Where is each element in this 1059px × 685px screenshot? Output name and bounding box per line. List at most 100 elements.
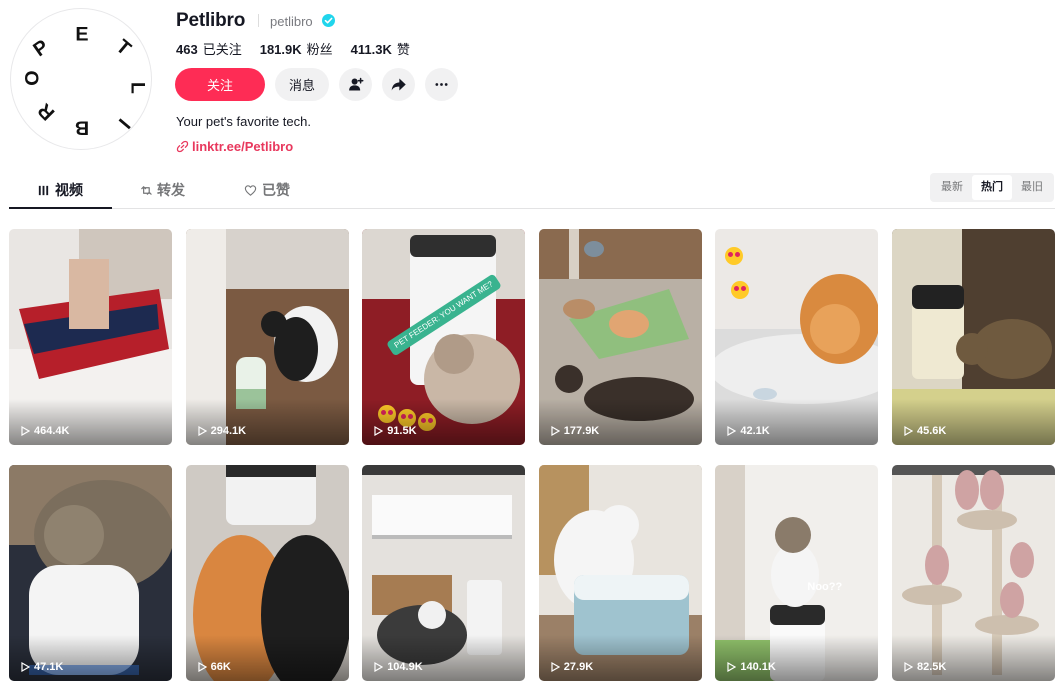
profile-stats: 463 已关注 181.9K 粉丝 411.3K 赞	[176, 39, 410, 58]
grid-icon	[38, 185, 49, 195]
tab-reposts[interactable]: 转发	[139, 180, 185, 200]
likes-label: 赞	[396, 42, 410, 57]
profile-nickname: petlibro	[270, 14, 313, 29]
profile-link[interactable]: linktr.ee/Petlibro	[176, 139, 293, 154]
play-icon	[551, 426, 560, 436]
thumbnail-shade	[9, 399, 172, 445]
profile-tabs: 视频 转发 已赞	[9, 172, 1055, 209]
profile-username: Petlibro	[176, 10, 246, 31]
tab-liked-label: 已赞	[262, 182, 290, 198]
active-tab-indicator	[9, 207, 112, 209]
play-icon	[21, 426, 30, 436]
avatar-letter-i: I	[114, 114, 134, 132]
message-button[interactable]: 消息	[275, 68, 329, 101]
followers-stat[interactable]: 181.9K 粉丝	[260, 39, 333, 58]
likes-stat: 411.3K 赞	[351, 39, 410, 58]
play-icon	[904, 426, 913, 436]
thumbnail-shade	[715, 399, 879, 445]
view-count-text: 45.6K	[916, 425, 947, 437]
video-card[interactable]: 47.1K	[9, 465, 172, 681]
view-count: 140.1K	[727, 661, 776, 673]
video-caption: Noo??	[807, 581, 843, 593]
following-count: 463	[176, 42, 198, 57]
view-count: 27.9K	[551, 661, 593, 673]
view-count: 66K	[197, 661, 231, 673]
view-count-text: 42.1K	[740, 425, 770, 437]
profile-actions: 关注 消息	[175, 68, 458, 101]
thumbnail-shade	[538, 399, 702, 445]
avatar-letter-o: O	[22, 70, 44, 85]
following-label: 已关注	[202, 42, 242, 57]
view-count-text: 177.9K	[563, 425, 600, 437]
view-count: 82.5K	[904, 661, 946, 673]
profile-avatar[interactable]: P E T L I B R O	[10, 8, 152, 150]
video-card[interactable]: 42.1K	[715, 229, 879, 445]
tab-videos-label: 视频	[55, 182, 83, 198]
avatar-letter-t: T	[112, 35, 135, 60]
followers-count: 181.9K	[259, 42, 302, 57]
petlibro-logo: P E T L I B R O	[22, 24, 149, 139]
followers-label: 粉丝	[306, 42, 333, 57]
add-friend-button[interactable]	[339, 68, 372, 101]
view-count: 45.6K	[904, 425, 946, 437]
thumbnail-shade	[9, 635, 172, 681]
more-button[interactable]	[425, 68, 458, 101]
video-card[interactable]: 104.9K	[362, 465, 526, 681]
play-icon	[551, 662, 560, 672]
link-icon	[176, 140, 189, 153]
thumbnail-shade	[891, 399, 1055, 445]
thumbnail-shade	[362, 635, 526, 681]
play-icon	[374, 426, 384, 436]
tab-videos[interactable]: 视频	[37, 180, 83, 200]
video-card[interactable]: PET FEEDER: YOU WANT ME? 91.5K	[362, 229, 526, 445]
video-card[interactable]: 82.5K	[891, 465, 1055, 681]
sort-toggle: 最新 热门 最旧	[930, 173, 1054, 202]
sort-oldest[interactable]: 最旧	[1012, 175, 1052, 200]
view-count-text: 82.5K	[916, 661, 947, 673]
avatar-letter-l: L	[126, 82, 148, 94]
more-icon	[435, 83, 448, 86]
avatar-letter-b: B	[75, 116, 89, 138]
video-card[interactable]: 294.1K	[185, 229, 349, 445]
share-icon	[391, 78, 406, 91]
view-count: 42.1K	[727, 425, 770, 437]
thumbnail-shade	[715, 635, 879, 681]
view-count: 294.1K	[197, 425, 247, 437]
thumbnail-shade	[538, 635, 702, 681]
sort-popular[interactable]: 热门	[972, 175, 1012, 200]
following-stat[interactable]: 463 已关注	[176, 39, 242, 58]
thumbnail-shade	[362, 399, 526, 445]
video-grid: 464.4K 294.1K PET FEEDER: YOU WANT ME? 9…	[9, 229, 1055, 681]
share-button[interactable]	[382, 68, 415, 101]
heart-lock-icon	[244, 184, 257, 196]
video-card[interactable]: 27.9K	[538, 465, 702, 681]
avatar-letter-r: R	[34, 99, 60, 125]
view-count-text: 294.1K	[210, 425, 247, 437]
play-icon	[21, 662, 30, 672]
repost-icon	[141, 185, 152, 195]
view-count-text: 66K	[210, 661, 231, 673]
view-count: 464.4K	[21, 425, 69, 437]
view-count: 104.9K	[374, 661, 423, 673]
video-card[interactable]: 66K	[185, 465, 349, 681]
play-icon	[727, 426, 737, 436]
tab-reposts-label: 转发	[157, 182, 185, 198]
view-count-text: 104.9K	[387, 661, 423, 673]
tab-liked[interactable]: 已赞	[244, 180, 290, 200]
video-card[interactable]: 464.4K	[9, 229, 172, 445]
video-card[interactable]: Noo?? 140.1K	[715, 465, 879, 681]
play-icon	[374, 662, 384, 672]
add-user-icon	[349, 77, 364, 91]
play-icon	[727, 662, 737, 672]
thumbnail-shade	[891, 635, 1055, 681]
follow-button[interactable]: 关注	[175, 68, 265, 101]
sort-latest[interactable]: 最新	[932, 175, 972, 200]
name-divider	[258, 14, 259, 27]
view-count: 91.5K	[374, 425, 417, 437]
play-icon	[197, 426, 207, 436]
view-count-text: 91.5K	[387, 425, 417, 437]
video-card[interactable]: 177.9K	[538, 229, 702, 445]
avatar-letter-p: P	[29, 36, 52, 62]
video-card[interactable]: 45.6K	[891, 229, 1055, 445]
thumbnail-shade	[185, 399, 349, 445]
